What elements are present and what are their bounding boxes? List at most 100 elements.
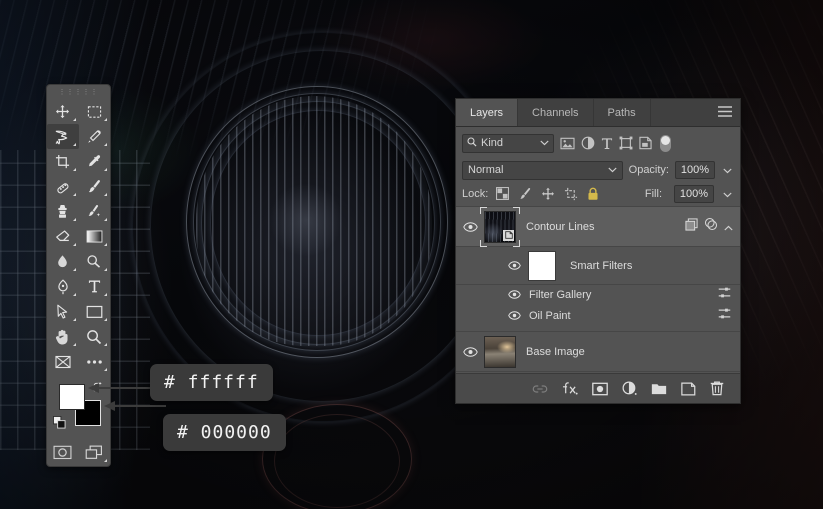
brush-tool[interactable]	[79, 174, 111, 199]
dodge-tool-flyout-corner	[104, 268, 107, 271]
blend-mode-value: Normal	[468, 164, 504, 176]
pen-tool-flyout-corner	[72, 293, 76, 296]
filter-enable-toggle[interactable]	[660, 134, 671, 152]
blend-mode-select[interactable]: Normal	[462, 160, 623, 180]
quick-selection-tool[interactable]	[79, 124, 111, 149]
filter-gallery-visibility-eye-icon[interactable]	[508, 286, 521, 304]
layer-thumbnail-contour-lines[interactable]	[484, 210, 516, 243]
opacity-stepper-chevron-down-icon[interactable]	[721, 161, 734, 179]
rectangle-tool-flyout-corner	[104, 318, 107, 321]
background-tooltip-arrow	[104, 401, 166, 411]
rectangle-tool[interactable]	[79, 299, 111, 324]
hamburger-menu-icon[interactable]	[718, 104, 732, 122]
layer-name-oil-paint: Oil Paint	[529, 309, 571, 322]
smart-filters-visibility-eye-icon[interactable]	[500, 261, 528, 270]
blend-mode-row: Normal Opacity: 100%	[456, 158, 740, 182]
oil-paint-visibility-eye-icon[interactable]	[508, 307, 521, 325]
default-colors-icon[interactable]	[53, 416, 66, 434]
new-layer-icon[interactable]	[681, 382, 696, 396]
edit-toolbar-tool[interactable]	[47, 349, 79, 374]
pixel-layer-filter-icon[interactable]	[560, 137, 575, 150]
rectangular-marquee-tool[interactable]	[79, 99, 111, 124]
filter-gallery-settings-icon[interactable]	[718, 286, 740, 304]
lock-image-pixels-icon[interactable]	[517, 187, 533, 201]
smart-filters-mask-thumbnail[interactable]	[528, 250, 556, 281]
adjustment-layer-filter-icon[interactable]	[581, 136, 595, 150]
path-selection-tool[interactable]	[47, 299, 79, 324]
smart-object-filter-icon[interactable]	[639, 136, 652, 150]
path-selection-flyout-corner	[72, 318, 76, 321]
lock-all-icon[interactable]	[586, 187, 600, 201]
clone-stamp-tool[interactable]	[47, 199, 79, 224]
link-icon[interactable]	[532, 384, 548, 394]
layer-row-filter-gallery[interactable]: Filter Gallery	[456, 285, 740, 304]
tab-paths[interactable]: Paths	[594, 99, 651, 126]
healing-brush-flyout-corner	[72, 193, 76, 196]
smart-object-thumbnail-badge-icon	[503, 229, 514, 241]
tools-panel[interactable]: ⋮⋮⋮⋮⋮	[46, 84, 111, 467]
oil-paint-settings-icon[interactable]	[718, 307, 740, 325]
history-brush-flyout-corner	[104, 218, 107, 221]
more-tools[interactable]	[79, 349, 111, 374]
search-icon	[467, 136, 477, 150]
photoshop-screenshot: ⋮⋮⋮⋮⋮ # ffffff # 000000 Layers Channels …	[0, 0, 823, 509]
layer-visibility-eye-icon[interactable]	[456, 221, 484, 232]
lock-label: Lock:	[462, 187, 489, 200]
chevron-down-icon	[608, 164, 617, 176]
quick-mask-icon[interactable]	[47, 440, 79, 465]
lock-position-icon[interactable]	[540, 187, 556, 201]
opacity-input[interactable]: 100%	[675, 161, 715, 179]
screen-mode-icon[interactable]	[79, 440, 111, 465]
collapse-chevron-icon[interactable]	[724, 218, 733, 236]
layer-row-base-image[interactable]: Base Image	[456, 332, 740, 372]
eraser-tool[interactable]	[47, 224, 79, 249]
layer-list[interactable]: Contour Lines Smart Filters Filter Galle…	[456, 207, 740, 373]
base-image-visibility-eye-icon[interactable]	[456, 346, 484, 357]
type-tool[interactable]	[79, 274, 111, 299]
foreground-color-swatch[interactable]	[59, 384, 85, 410]
tab-layers[interactable]: Layers	[456, 99, 519, 126]
half-circle-icon[interactable]	[622, 381, 637, 396]
layer-name-contour-lines[interactable]: Contour Lines	[526, 221, 685, 233]
layer-filter-row: Kind	[456, 130, 740, 156]
filter-effects-icon[interactable]	[704, 217, 718, 236]
marquee-tool-flyout-corner	[104, 118, 107, 121]
healing-brush-tool[interactable]	[47, 174, 79, 199]
fill-stepper-chevron-down-icon[interactable]	[721, 185, 734, 203]
gradient-tool[interactable]	[79, 224, 111, 249]
lasso-tool[interactable]	[47, 124, 79, 149]
layer-thumbnail-base-image[interactable]	[484, 335, 516, 368]
layer-row-smart-filters[interactable]: Smart Filters	[456, 247, 740, 285]
layers-panel-footer	[456, 373, 740, 403]
foreground-color-tooltip: # ffffff	[150, 364, 273, 401]
lasso-tool-flyout-corner	[72, 143, 76, 146]
layers-panel[interactable]: Layers Channels Paths Kind Normal Opacit…	[455, 98, 741, 404]
fill-input[interactable]: 100%	[674, 184, 714, 203]
blur-tool[interactable]	[47, 249, 79, 274]
layer-row-oil-paint[interactable]: Oil Paint	[456, 306, 740, 325]
filter-kind-select[interactable]: Kind	[462, 133, 554, 153]
mask-icon[interactable]	[592, 382, 608, 396]
fx-icon[interactable]	[562, 381, 578, 396]
eyedropper-tool[interactable]	[79, 149, 111, 174]
hand-tool[interactable]	[47, 324, 79, 349]
crop-tool[interactable]	[47, 149, 79, 174]
move-tool[interactable]	[47, 99, 79, 124]
lock-artboard-nesting-icon[interactable]	[563, 187, 579, 201]
lock-transparent-pixels-icon[interactable]	[495, 187, 510, 200]
trash-icon[interactable]	[710, 381, 724, 396]
layer-name-base-image[interactable]: Base Image	[526, 346, 740, 358]
dodge-tool[interactable]	[79, 249, 111, 274]
layer-row-contour-lines[interactable]: Contour Lines	[456, 207, 740, 247]
type-layer-filter-icon[interactable]	[601, 137, 613, 150]
history-brush-tool[interactable]	[79, 199, 111, 224]
zoom-tool[interactable]	[79, 324, 111, 349]
hand-tool-flyout-corner	[72, 343, 76, 346]
pen-tool[interactable]	[47, 274, 79, 299]
tab-channels[interactable]: Channels	[518, 99, 594, 126]
smart-object-badge-icon[interactable]	[685, 217, 698, 236]
toolbar-drag-grip[interactable]: ⋮⋮⋮⋮⋮	[47, 89, 110, 96]
chevron-down-icon	[540, 137, 549, 149]
folder-icon[interactable]	[651, 382, 667, 395]
shape-layer-filter-icon[interactable]	[619, 136, 633, 150]
